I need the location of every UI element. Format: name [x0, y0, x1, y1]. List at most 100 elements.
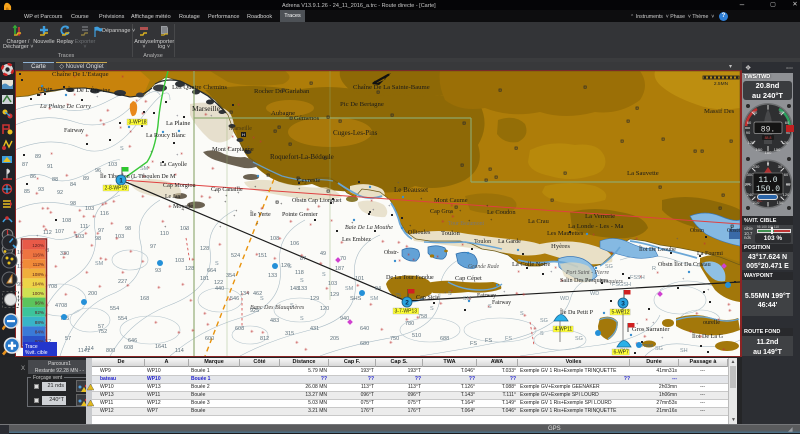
svg-text:57: 57 [65, 336, 71, 342]
svg-text:SM: SM [370, 296, 379, 302]
svg-text:✳: ✳ [65, 173, 69, 178]
svg-text:SG: SG [575, 336, 583, 342]
svg-text:150.0: 150.0 [756, 185, 780, 194]
svg-text:97: 97 [98, 228, 104, 234]
svg-text:150: 150 [777, 200, 784, 205]
svg-text:120: 120 [320, 306, 329, 312]
svg-text:✳: ✳ [398, 258, 402, 263]
svg-text:86: 86 [30, 174, 36, 180]
svg-text:✳: ✳ [203, 311, 207, 316]
svg-text:Ceyreste: Ceyreste [297, 177, 320, 184]
svg-text:1: 1 [119, 177, 123, 184]
svg-text:4-WP11: 4-WP11 [555, 327, 573, 333]
svg-text:70: 70 [340, 256, 346, 262]
svg-text:227: 227 [118, 279, 127, 285]
svg-text:129: 129 [330, 292, 339, 298]
svg-text:120: 120 [782, 140, 789, 145]
svg-text:✳: ✳ [50, 151, 54, 156]
svg-text:✳: ✳ [304, 347, 308, 352]
svg-text:483: 483 [270, 318, 279, 324]
svg-text:440: 440 [215, 286, 224, 292]
svg-text:SG: SG [540, 318, 548, 324]
svg-text:La Garde: La Garde [498, 239, 521, 245]
svg-text:Cap Sicié: Cap Sicié [416, 295, 440, 301]
svg-text:✳: ✳ [309, 222, 313, 227]
svg-text:La Sauvette: La Sauvette [627, 170, 659, 177]
svg-text:3-WP18: 3-WP18 [129, 120, 147, 126]
svg-text:30: 30 [779, 110, 784, 115]
svg-text:752: 752 [98, 329, 107, 335]
svg-text:✳: ✳ [121, 74, 125, 79]
svg-text:✳: ✳ [99, 256, 103, 261]
svg-text:+: + [661, 335, 664, 340]
svg-text:98: 98 [95, 236, 101, 242]
svg-text:Pesquiers: Pesquiers [599, 279, 624, 285]
svg-text:La Crau: La Crau [528, 218, 550, 225]
svg-text:85: 85 [24, 189, 30, 195]
svg-text:Obstn: Obstn [690, 228, 704, 234]
svg-text:Toulon: Toulon [474, 239, 491, 245]
svg-text:3: 3 [621, 300, 625, 307]
svg-text:✳: ✳ [92, 214, 96, 219]
svg-text:114: 114 [175, 348, 184, 354]
svg-text:554: 554 [110, 306, 119, 312]
svg-text:✳: ✳ [441, 219, 445, 224]
svg-text:✳: ✳ [260, 206, 264, 211]
svg-text:Baie De La Mouthe: Baie De La Mouthe [345, 225, 393, 231]
svg-text:✳: ✳ [106, 108, 110, 113]
svg-text:+: + [224, 199, 227, 204]
svg-text:FS: FS [485, 338, 492, 344]
svg-text:150: 150 [774, 147, 781, 152]
svg-text:2.5MN: 2.5MN [714, 81, 729, 87]
svg-text:✳: ✳ [181, 282, 185, 287]
svg-text:Marseille: Marseille [229, 126, 252, 132]
svg-text:✳: ✳ [295, 340, 299, 345]
svg-text:Fairway: Fairway [64, 128, 85, 134]
svg-text:✳: ✳ [273, 256, 277, 261]
svg-text:✳: ✳ [82, 214, 86, 219]
svg-text:88: 88 [52, 177, 58, 183]
svg-text:✳: ✳ [104, 201, 108, 206]
svg-text:✳: ✳ [369, 302, 373, 307]
svg-text:120: 120 [748, 140, 755, 145]
svg-text:60: 60 [785, 120, 790, 125]
svg-text:S: S [520, 311, 524, 317]
svg-text:92%: 92% [35, 310, 44, 315]
svg-text:98: 98 [125, 226, 131, 232]
svg-text:Île Tiboulen (L Tiboulen De M: Île Tiboulen (L Tiboulen De M [100, 172, 176, 180]
svg-text:4708: 4708 [55, 303, 67, 309]
svg-text:✳: ✳ [180, 151, 184, 156]
svg-text:De La Tour Fondue: De La Tour Fondue [386, 275, 434, 281]
svg-text:Moyade: Moyade [173, 204, 193, 210]
svg-text:Cap Canaille: Cap Canaille [211, 187, 243, 193]
svg-text:+: + [164, 224, 167, 229]
svg-text:940: 940 [340, 316, 349, 322]
svg-text:780: 780 [405, 321, 414, 327]
svg-text:✳: ✳ [41, 206, 45, 211]
svg-text:800: 800 [106, 348, 115, 354]
svg-text:✳: ✳ [99, 118, 103, 123]
svg-text:✳: ✳ [206, 322, 210, 327]
svg-text:✳: ✳ [381, 239, 385, 244]
svg-text:✳: ✳ [104, 257, 108, 262]
svg-text:FSSH: FSSH [630, 275, 645, 281]
svg-text:WD: WD [560, 296, 569, 302]
svg-text:Tour Beaumont: Tour Beaumont [448, 221, 485, 227]
svg-text:150: 150 [756, 147, 763, 152]
svg-text:646: 646 [128, 338, 137, 344]
svg-text:103: 103 [180, 226, 189, 232]
svg-text:Les Quatre Chemins: Les Quatre Chemins [172, 84, 227, 91]
svg-text:✳: ✳ [191, 328, 195, 333]
svg-text:107: 107 [55, 229, 64, 235]
svg-text:Mont Carpiagne: Mont Carpiagne [212, 146, 254, 153]
svg-text:151: 151 [258, 253, 267, 259]
svg-text:758: 758 [418, 314, 427, 320]
svg-text:✳: ✳ [85, 133, 89, 138]
svg-text:+: + [256, 221, 259, 226]
svg-text:ourelle: ourelle [703, 320, 720, 326]
svg-text:✳: ✳ [592, 232, 596, 237]
svg-text:La Verrerie: La Verrerie [585, 213, 615, 220]
svg-text:205: 205 [330, 336, 339, 342]
svg-text:Chaîne De L'Estaque: Chaîne De L'Estaque [52, 71, 109, 78]
svg-text:49: 49 [320, 251, 326, 257]
